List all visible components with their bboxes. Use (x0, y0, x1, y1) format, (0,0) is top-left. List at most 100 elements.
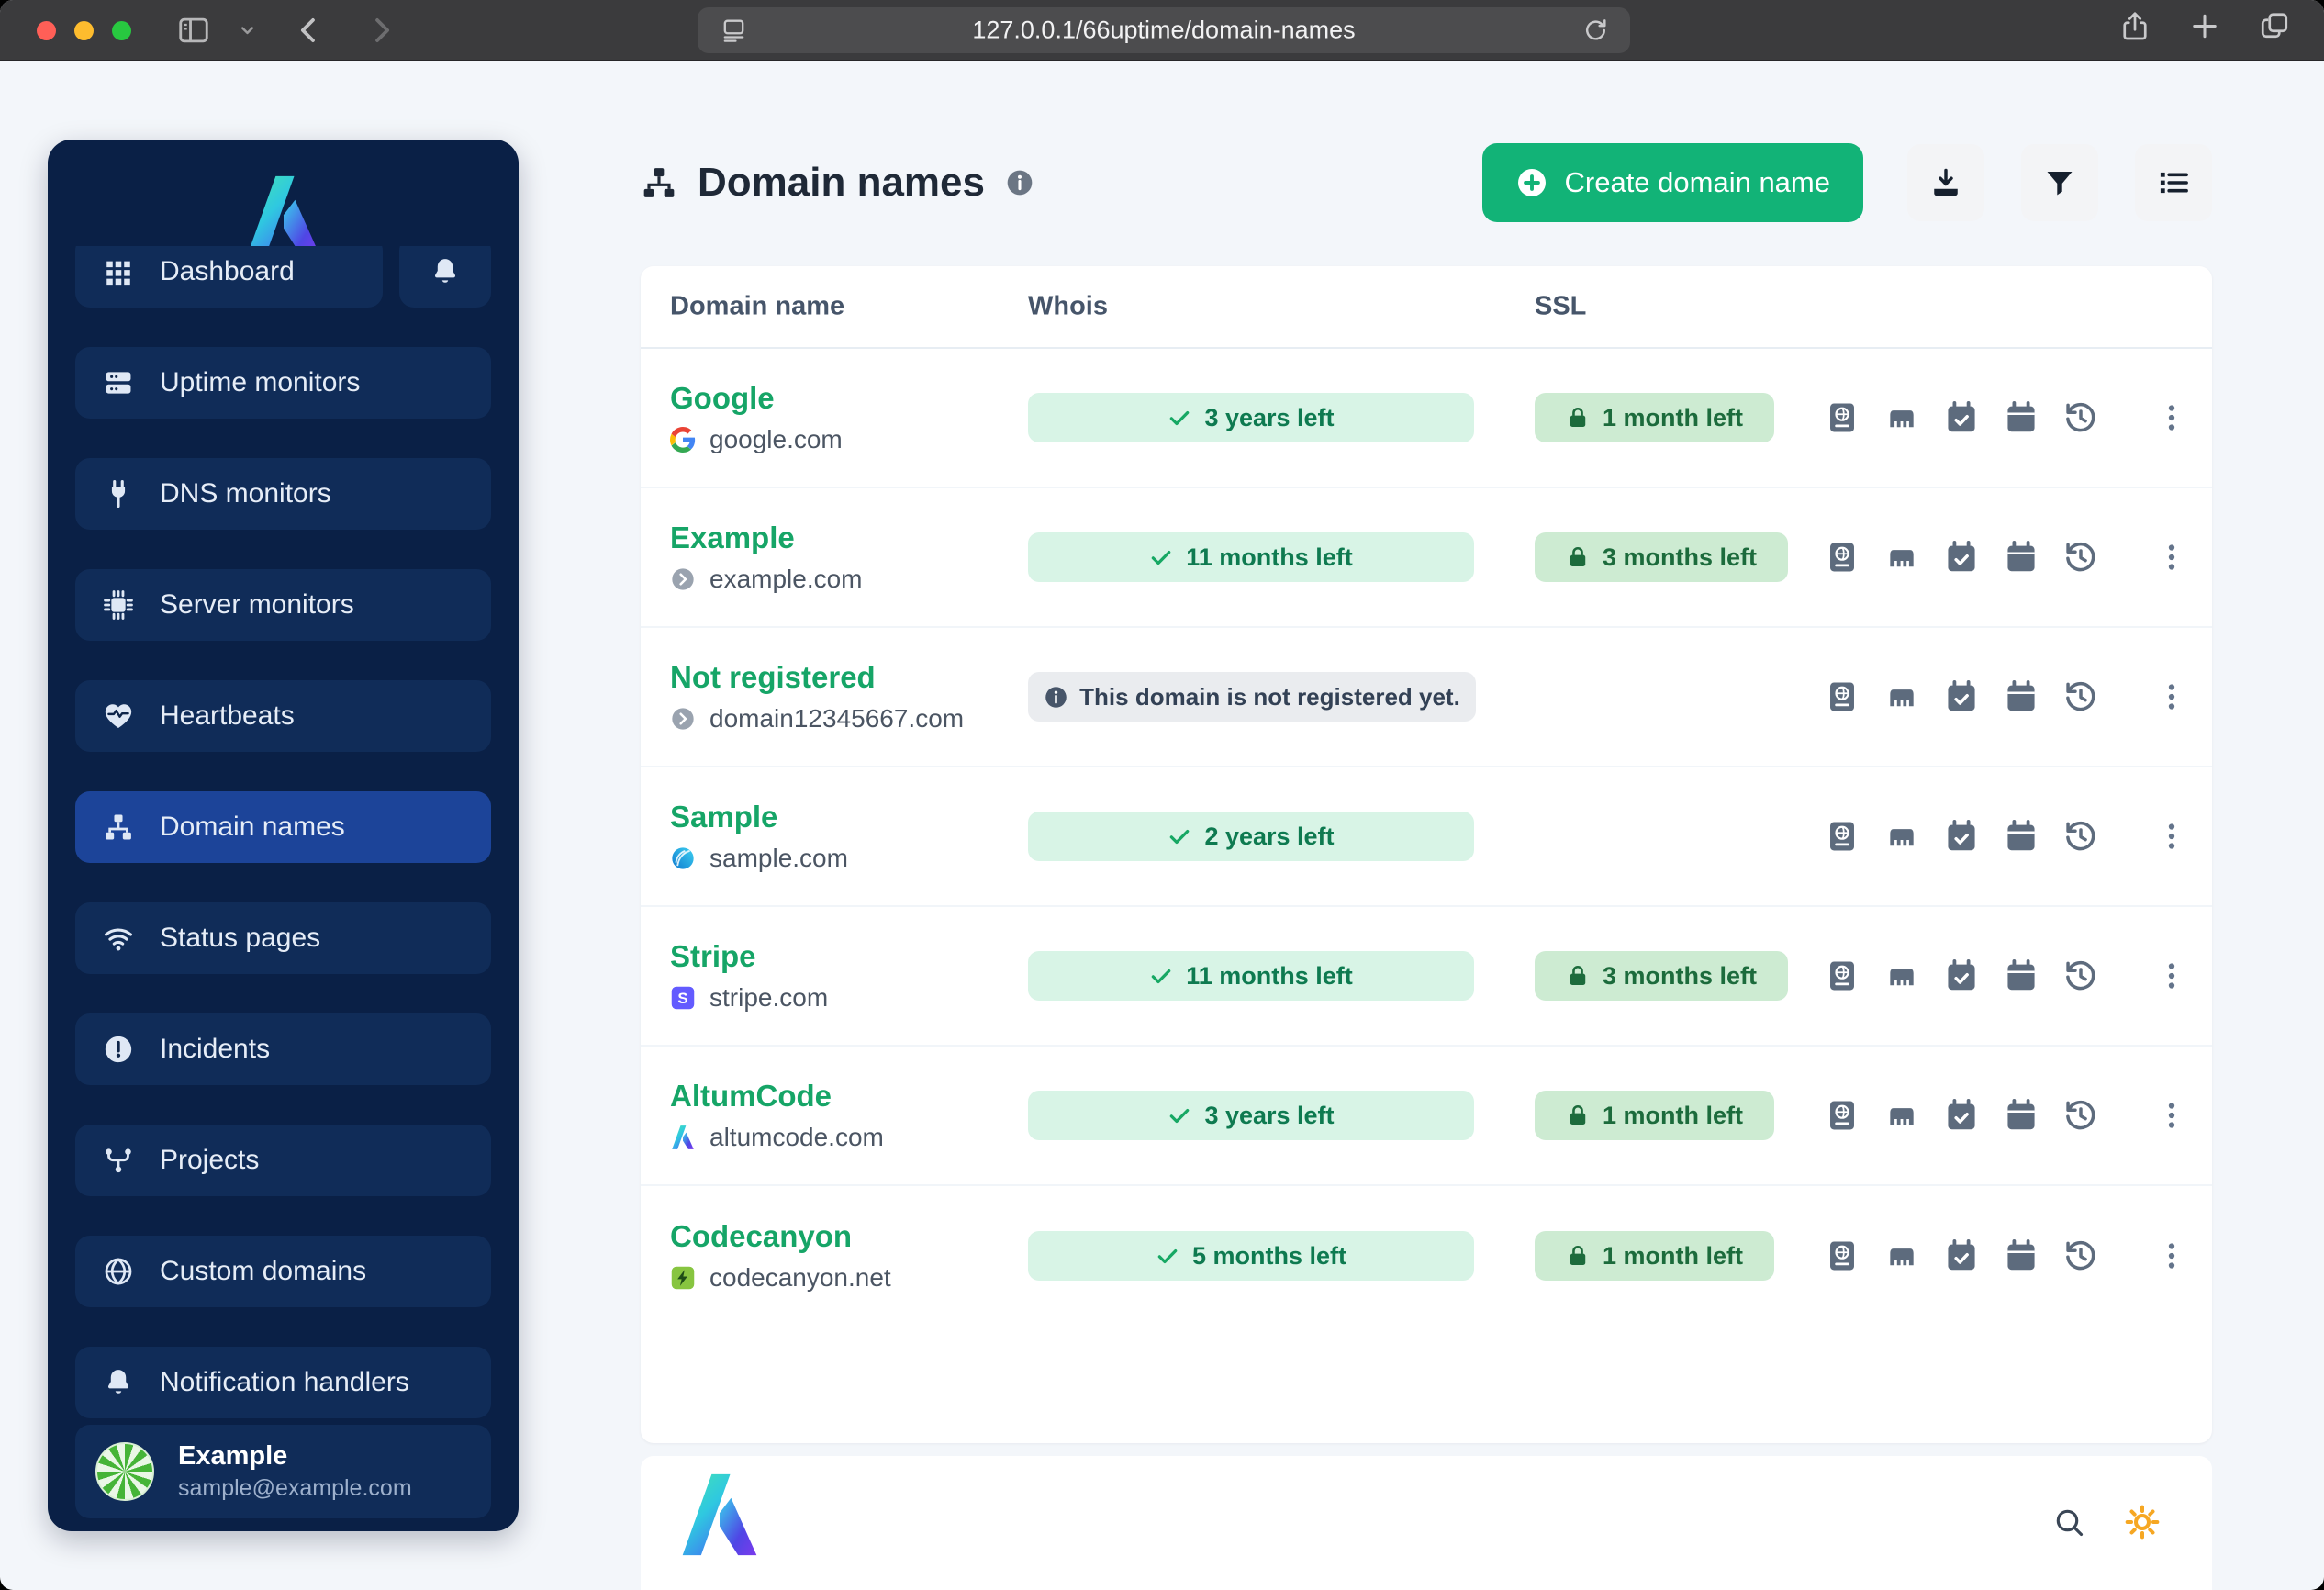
new-tab-button[interactable] (2188, 9, 2221, 50)
filter-button[interactable] (2021, 144, 2098, 221)
row-action-history-button[interactable] (2063, 1238, 2098, 1273)
sidebar-notifications-button[interactable] (399, 246, 491, 308)
reload-button[interactable] (1581, 17, 1610, 45)
user-card[interactable]: Example sample@example.com (75, 1425, 491, 1518)
sidebar-item-custom-domains[interactable]: Custom domains (75, 1236, 491, 1307)
chevron-left-icon (292, 13, 327, 48)
domain-name-link[interactable]: Google (670, 381, 856, 416)
row-action-calcheck-button[interactable] (1944, 819, 1979, 854)
row-action-passport-button[interactable] (1825, 958, 1860, 993)
domain-name-link[interactable]: Sample (670, 800, 862, 834)
domain-name-link[interactable]: Stripe (670, 939, 842, 974)
row-action-passport-button[interactable] (1825, 819, 1860, 854)
row-action-ethernet-button[interactable] (1884, 400, 1919, 435)
row-action-ethernet-button[interactable] (1884, 958, 1919, 993)
passport-icon (1825, 1238, 1860, 1273)
bell-icon (103, 1367, 134, 1398)
row-action-history-button[interactable] (2063, 540, 2098, 575)
row-action-calcheck-button[interactable] (1944, 1238, 1979, 1273)
export-button[interactable] (1907, 144, 1984, 221)
row-menu-button[interactable] (2155, 680, 2188, 713)
row-action-passport-button[interactable] (1825, 1238, 1860, 1273)
sidebar-toggle-button[interactable] (176, 13, 211, 48)
toolbar-chevron-button[interactable] (237, 19, 258, 40)
sidebar-item-server-monitors[interactable]: Server monitors (75, 569, 491, 641)
column-header-ssl: SSL (1535, 291, 1587, 321)
whois-info-badge: This domain is not registered yet. (1028, 672, 1476, 722)
row-action-cal-button[interactable] (2004, 819, 2039, 854)
row-menu-button[interactable] (2155, 820, 2188, 853)
sidebar-item-dns-monitors[interactable]: DNS monitors (75, 458, 491, 530)
row-menu-button[interactable] (2155, 401, 2188, 434)
row-action-passport-button[interactable] (1825, 400, 1860, 435)
sidebar-item-incidents[interactable]: Incidents (75, 1013, 491, 1085)
domain-name-link[interactable]: Codecanyon (670, 1219, 905, 1254)
sidebar-item-dashboard[interactable]: Dashboard (75, 246, 383, 308)
row-action-calcheck-button[interactable] (1944, 540, 1979, 575)
columns-button[interactable] (2135, 144, 2212, 221)
row-menu-button[interactable] (2155, 959, 2188, 992)
cal-icon (2004, 819, 2039, 854)
sidebar-item-uptime-monitors[interactable]: Uptime monitors (75, 347, 491, 419)
favicon-codecanyon (670, 1265, 696, 1291)
row-action-ethernet-button[interactable] (1884, 1098, 1919, 1133)
row-action-cal-button[interactable] (2004, 1238, 2039, 1273)
ethernet-icon (1884, 400, 1919, 435)
row-action-history-button[interactable] (2063, 400, 2098, 435)
row-action-cal-button[interactable] (2004, 958, 2039, 993)
row-action-history-button[interactable] (2063, 1098, 2098, 1133)
check-icon (1149, 964, 1173, 988)
row-action-history-button[interactable] (2063, 679, 2098, 714)
minimize-window-button[interactable] (74, 21, 94, 40)
row-action-passport-button[interactable] (1825, 1098, 1860, 1133)
row-action-passport-button[interactable] (1825, 540, 1860, 575)
info-icon (1044, 685, 1068, 710)
row-action-cal-button[interactable] (2004, 400, 2039, 435)
domain-url: stripe.com (709, 983, 829, 1012)
forward-button[interactable] (363, 13, 398, 48)
row-action-history-button[interactable] (2063, 958, 2098, 993)
row-actions (1825, 1098, 2098, 1133)
row-action-ethernet-button[interactable] (1884, 1238, 1919, 1273)
whois-badge: 11 months left (1028, 532, 1474, 582)
share-button[interactable] (2118, 9, 2151, 50)
row-action-history-button[interactable] (2063, 819, 2098, 854)
back-button[interactable] (292, 13, 327, 48)
sidebar-item-domain-names[interactable]: Domain names (75, 791, 491, 863)
close-window-button[interactable] (37, 21, 56, 40)
row-menu-button[interactable] (2155, 541, 2188, 574)
row-action-cal-button[interactable] (2004, 540, 2039, 575)
row-menu-button[interactable] (2155, 1239, 2188, 1272)
settings-button[interactable] (2124, 1504, 2161, 1540)
sidebar-item-status-pages[interactable]: Status pages (75, 902, 491, 974)
row-action-ethernet-button[interactable] (1884, 679, 1919, 714)
tab-overview-button[interactable] (2258, 9, 2291, 50)
sidebar-item-label: Uptime monitors (160, 367, 361, 398)
zoom-window-button[interactable] (112, 21, 131, 40)
row-action-calcheck-button[interactable] (1944, 679, 1979, 714)
domain-name-link[interactable]: Not registered (670, 660, 978, 695)
wifi-icon (103, 923, 134, 954)
row-action-calcheck-button[interactable] (1944, 958, 1979, 993)
address-bar[interactable]: 127.0.0.1/66uptime/domain-names (698, 7, 1630, 53)
domain-name-link[interactable]: Example (670, 521, 877, 555)
info-icon[interactable] (1005, 168, 1034, 197)
sidebar-item-projects[interactable]: Projects (75, 1125, 491, 1196)
domain-name-link[interactable]: AltumCode (670, 1079, 898, 1114)
row-action-ethernet-button[interactable] (1884, 819, 1919, 854)
check-icon (1168, 824, 1191, 848)
search-button[interactable] (2052, 1506, 2085, 1539)
table-header: Domain name Whois SSL (641, 266, 2212, 349)
row-action-cal-button[interactable] (2004, 679, 2039, 714)
row-action-cal-button[interactable] (2004, 1098, 2039, 1133)
favicon-stripe: S (670, 985, 696, 1011)
sidebar-item-notification-handlers[interactable]: Notification handlers (75, 1347, 491, 1418)
sidebar-item-heartbeats[interactable]: Heartbeats (75, 680, 491, 752)
row-action-calcheck-button[interactable] (1944, 400, 1979, 435)
create-domain-name-button[interactable]: Create domain name (1481, 143, 1863, 222)
row-action-passport-button[interactable] (1825, 679, 1860, 714)
calcheck-icon (1944, 540, 1979, 575)
row-action-ethernet-button[interactable] (1884, 540, 1919, 575)
row-menu-button[interactable] (2155, 1099, 2188, 1132)
row-action-calcheck-button[interactable] (1944, 1098, 1979, 1133)
